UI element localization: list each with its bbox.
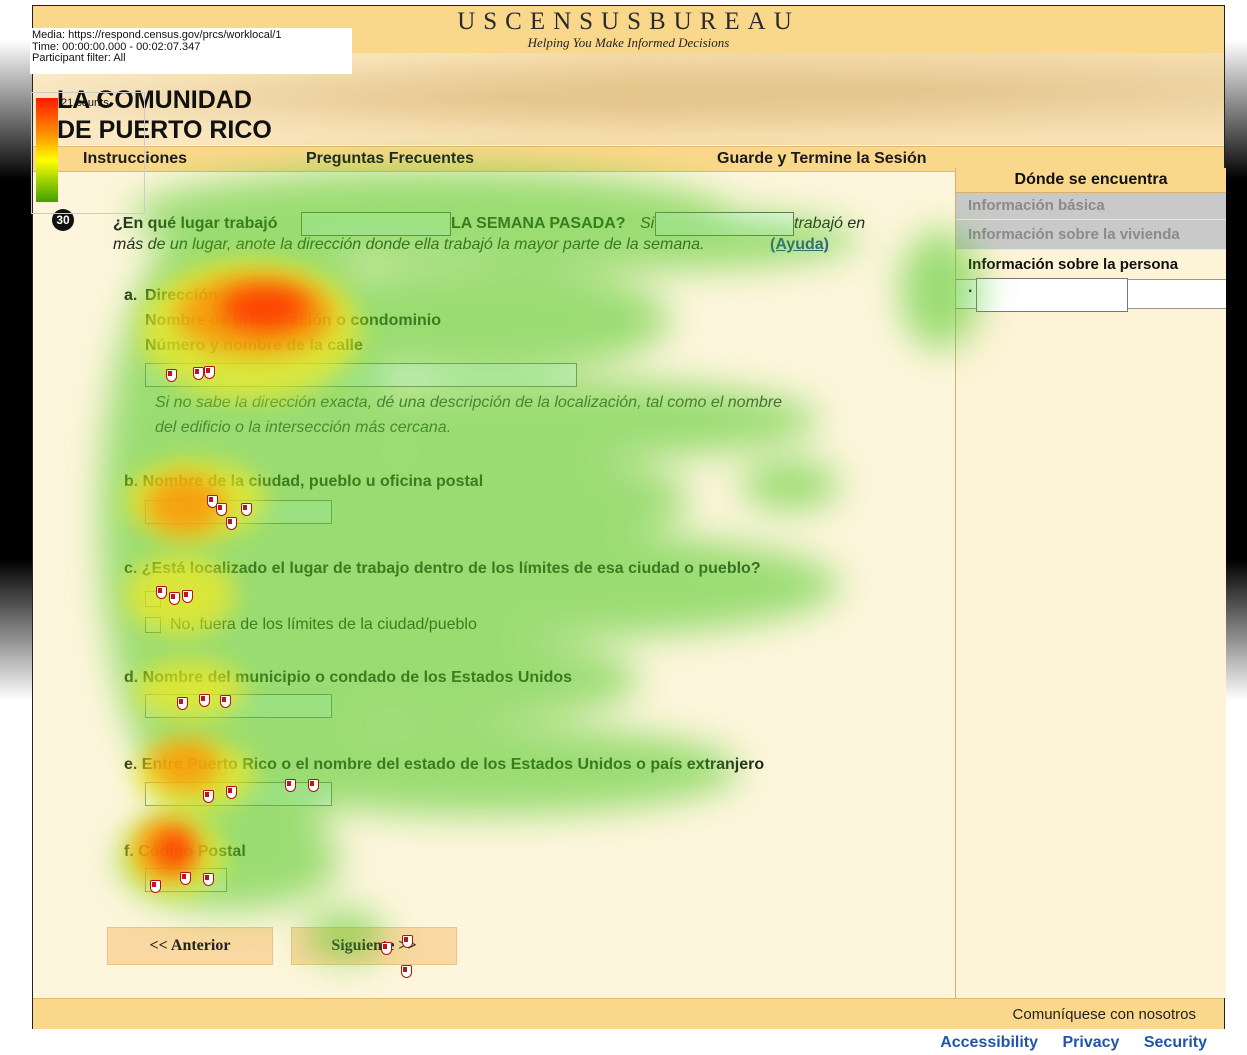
sidebar-item-housing-info[interactable]: Información sobre la vivienda bbox=[956, 220, 1226, 250]
click-marker bbox=[166, 369, 177, 382]
part-a-help-line1: Si no sabe la dirección exacta, dé una d… bbox=[155, 394, 783, 411]
sidebar-person-entry[interactable]: · bbox=[956, 278, 1226, 312]
click-marker bbox=[226, 786, 237, 799]
redacted-name-1 bbox=[301, 212, 451, 236]
click-marker bbox=[203, 790, 214, 803]
security-link[interactable]: Security bbox=[1144, 1034, 1207, 1051]
contact-us-link[interactable]: Comuníquese con nosotros bbox=[1013, 1006, 1196, 1023]
click-marker bbox=[203, 873, 214, 886]
click-marker bbox=[182, 590, 193, 603]
part-f-label: f. Código Postal bbox=[124, 843, 246, 860]
click-marker bbox=[150, 880, 161, 893]
participant-filter-text: Participant filter: All bbox=[32, 52, 126, 64]
footer-links: Accessibility Privacy Security bbox=[920, 1034, 1207, 1052]
media-url-text: Media: https://respond.census.gov/prcs/w… bbox=[32, 29, 282, 41]
part-e-label: e. Entre Puerto Rico o el nombre del est… bbox=[124, 756, 765, 773]
question-text-start: ¿En qué lugar trabajó bbox=[113, 215, 278, 232]
analysis-info-panel: Media: https://respond.census.gov/prcs/w… bbox=[30, 28, 352, 74]
part-b-label: b. Nombre de la ciudad, pueblo u oficina… bbox=[124, 473, 484, 490]
question-instructions: más de un lugar, anote la dirección dond… bbox=[113, 236, 705, 253]
click-marker bbox=[220, 695, 231, 708]
bottom-bar: Comuníquese con nosotros bbox=[33, 998, 1224, 1029]
accessibility-link[interactable]: Accessibility bbox=[940, 1034, 1038, 1051]
sidebar-item-basic-info[interactable]: Información básica bbox=[956, 193, 1226, 220]
click-marker bbox=[381, 942, 392, 955]
heatmap-legend-gradient bbox=[36, 98, 58, 202]
part-a-help-line2: del edificio o la intersección más cerca… bbox=[155, 419, 452, 436]
question-text-si: Si bbox=[640, 215, 655, 232]
city-limits-no-checkbox[interactable] bbox=[145, 617, 161, 633]
privacy-link[interactable]: Privacy bbox=[1062, 1034, 1119, 1051]
redacted-person-name bbox=[976, 278, 1128, 312]
click-marker bbox=[216, 503, 227, 516]
sidebar-item-person-info[interactable]: Información sobre la persona bbox=[956, 250, 1226, 279]
click-marker bbox=[285, 779, 296, 792]
click-marker bbox=[199, 694, 210, 707]
click-marker bbox=[156, 586, 167, 599]
previous-button[interactable]: << Anterior bbox=[107, 927, 273, 965]
click-marker bbox=[177, 697, 188, 710]
part-a-urbanization-label: Nombre de urbanización o condominio bbox=[145, 312, 442, 329]
state-country-input[interactable] bbox=[145, 782, 332, 806]
part-a-street-label: Número y nombre de la calle bbox=[145, 337, 363, 354]
click-marker bbox=[241, 503, 252, 516]
county-input[interactable] bbox=[145, 694, 332, 718]
redacted-name-2 bbox=[655, 212, 794, 236]
part-a-letter: a. bbox=[124, 287, 138, 304]
click-marker bbox=[308, 779, 319, 792]
city-limits-no-label: No, fuera de los límites de la ciudad/pu… bbox=[170, 616, 477, 633]
click-marker bbox=[169, 592, 180, 605]
city-input[interactable] bbox=[145, 500, 332, 524]
click-marker bbox=[402, 935, 413, 948]
nav-faq-link[interactable]: Preguntas Frecuentes bbox=[306, 150, 474, 168]
part-c-label: c. ¿Está localizado el lugar de trabajo … bbox=[124, 560, 761, 577]
heatmap-legend-label: 21 counts bbox=[61, 97, 109, 109]
help-link[interactable]: (Ayuda) bbox=[770, 236, 829, 254]
progress-sidebar: Dónde se encuentra Información básica In… bbox=[955, 168, 1226, 998]
person-bullet: · bbox=[968, 283, 974, 300]
question-text-week: LA SEMANA PASADA? bbox=[451, 215, 626, 232]
click-marker bbox=[401, 965, 412, 978]
click-marker bbox=[226, 517, 237, 530]
part-a-title: Dirección bbox=[145, 287, 218, 304]
question-text-end: trabajó en bbox=[794, 215, 866, 232]
next-button[interactable]: Siguiente >> bbox=[291, 927, 457, 965]
click-marker bbox=[204, 366, 215, 379]
nav-save-exit-link[interactable]: Guarde y Termine la Sesión bbox=[717, 150, 927, 168]
click-marker bbox=[180, 872, 191, 885]
part-d-label: d. Nombre del municipio o condado de los… bbox=[124, 669, 573, 686]
sidebar-heading: Dónde se encuentra bbox=[956, 168, 1226, 193]
click-marker bbox=[193, 367, 204, 380]
